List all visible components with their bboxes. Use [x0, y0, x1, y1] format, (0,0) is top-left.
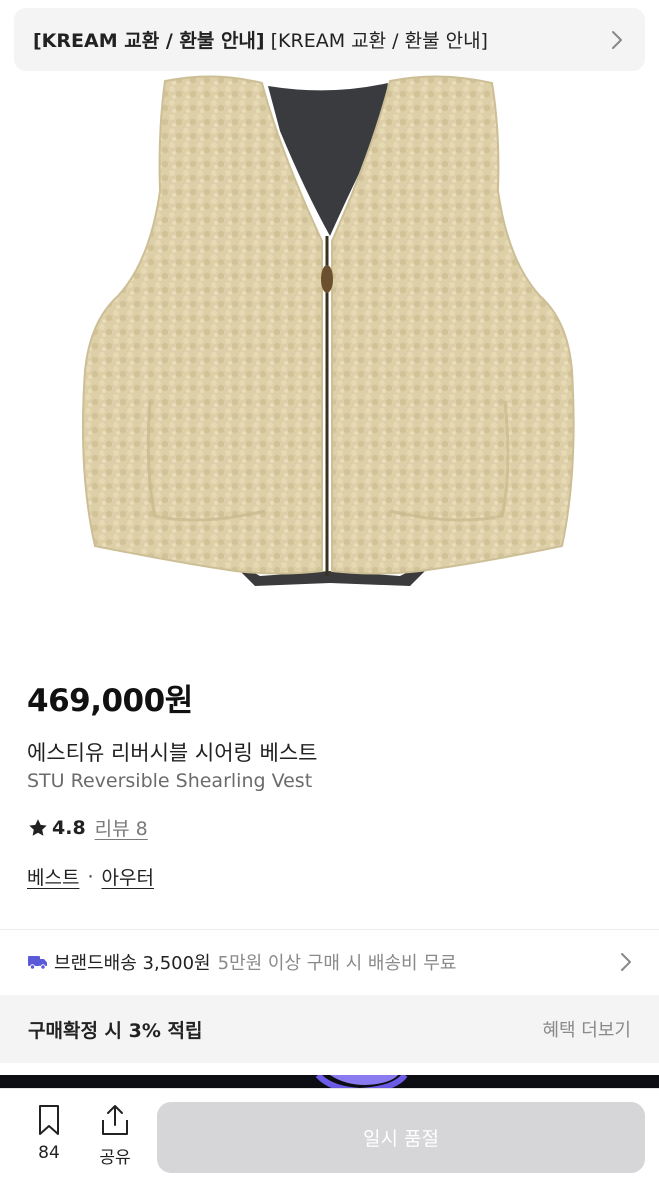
notice-body: [KREAM 교환 / 환불 안내]: [270, 30, 488, 52]
product-name-english: STU Reversible Shearling Vest: [27, 770, 313, 792]
product-price: 469,000원: [27, 683, 193, 719]
share-label: 공유: [99, 1148, 131, 1168]
review-link[interactable]: 리뷰 8: [95, 814, 148, 841]
share-icon: [102, 1105, 128, 1135]
bottom-action-bar: 84 공유 일시 품절: [0, 1088, 659, 1201]
benefits-more-link[interactable]: 혜택 더보기: [542, 1016, 631, 1042]
product-image[interactable]: [0, 71, 659, 631]
shipping-condition: 5만원 이상 구매 시 배송비 무료: [217, 953, 457, 974]
shipping-label: 브랜드배송 3,500원: [54, 953, 211, 974]
truck-icon: [28, 956, 47, 970]
points-label: 구매확정 시 3% 적립: [28, 1019, 203, 1042]
star-icon: [29, 818, 47, 836]
chevron-right-icon: [612, 30, 622, 49]
category-separator: ·: [87, 865, 94, 888]
share-button[interactable]: 공유: [92, 1103, 138, 1168]
bookmark-icon: [39, 1105, 59, 1135]
product-name-korean: 에스티유 리버시블 시어링 베스트: [27, 741, 318, 765]
bookmark-button[interactable]: 84: [28, 1103, 70, 1163]
chevron-right-icon: [621, 953, 631, 971]
notice-banner[interactable]: [KREAM 교환 / 환불 안내] [KREAM 교환 / 환불 안내]: [14, 8, 645, 71]
points-benefit-row[interactable]: 구매확정 시 3% 적립 혜택 더보기: [0, 995, 659, 1063]
bookmark-count: 84: [38, 1143, 60, 1163]
sold-out-button[interactable]: 일시 품절: [157, 1102, 645, 1173]
notice-title: [KREAM 교환 / 환불 안내]: [33, 30, 265, 52]
shipping-info-row[interactable]: 브랜드배송 3,500원 5만원 이상 구매 시 배송비 무료: [0, 930, 659, 994]
rating-score: 4.8: [52, 816, 86, 839]
notice-text: [KREAM 교환 / 환불 안내] [KREAM 교환 / 환불 안내]: [33, 26, 607, 53]
category-links: 베스트 · 아우터: [27, 863, 154, 890]
category-link-outer[interactable]: 아우터: [102, 863, 154, 890]
rating-row: 4.8 리뷰 8: [27, 814, 148, 841]
category-link-vest[interactable]: 베스트: [27, 863, 79, 890]
